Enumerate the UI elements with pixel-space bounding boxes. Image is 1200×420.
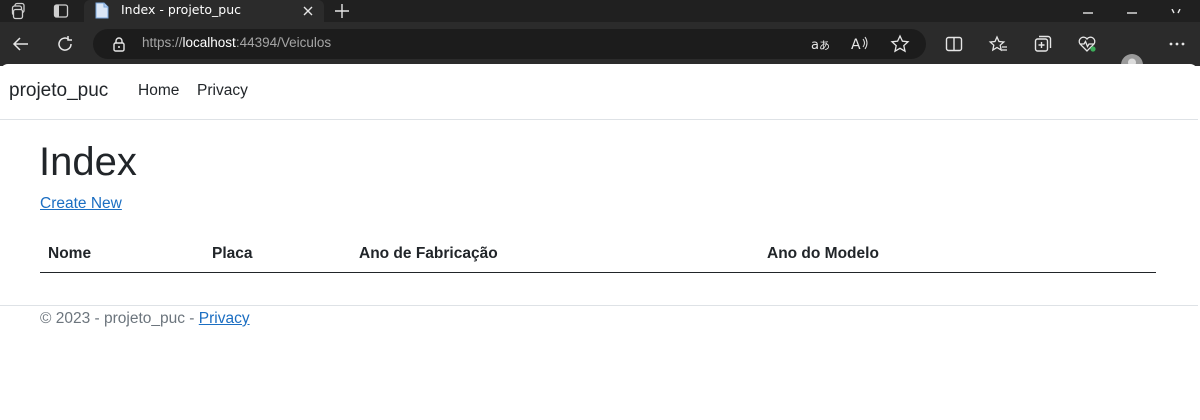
active-tab[interactable]: Index - projeto_puc <box>84 0 324 22</box>
svg-text:A: A <box>851 37 861 53</box>
browser-toolbar: https://localhost:44394/Veiculos a あ A <box>0 22 1200 76</box>
footer-text: © 2023 - projeto_puc - <box>40 310 199 327</box>
plus-icon[interactable] <box>332 1 352 21</box>
read-aloud-icon[interactable]: A <box>850 34 870 54</box>
nav-link-privacy[interactable]: Privacy <box>197 82 248 100</box>
back-icon[interactable] <box>9 32 33 56</box>
url-path: :44394/Veiculos <box>235 35 332 50</box>
minimize-icon[interactable] <box>1076 0 1100 14</box>
page-content: projeto_puc Home Privacy Index Create Ne… <box>0 64 1198 420</box>
svg-text:あ: あ <box>819 39 830 52</box>
tab-title: Index - projeto_puc <box>121 2 242 17</box>
url-text: https://localhost:44394/Veiculos <box>142 35 331 50</box>
column-header-ano-fabricacao: Ano de Fabricação <box>359 245 498 262</box>
tab-actions-icon[interactable] <box>50 1 72 21</box>
url-host: localhost <box>182 35 236 50</box>
column-header-nome: Nome <box>48 245 92 262</box>
close-window-icon[interactable] <box>1164 0 1188 14</box>
page-title: Index <box>39 140 137 184</box>
browser-essentials-icon[interactable] <box>1075 32 1099 56</box>
nav-link-home[interactable]: Home <box>138 82 179 100</box>
workspaces-icon[interactable] <box>8 1 30 21</box>
column-header-placa: Placa <box>212 245 253 262</box>
favorites-icon[interactable] <box>986 32 1010 56</box>
favorite-star-icon[interactable] <box>890 34 910 54</box>
column-header-ano-modelo: Ano do Modelo <box>767 245 879 262</box>
page-favicon-icon <box>94 2 110 19</box>
refresh-icon[interactable] <box>53 32 77 56</box>
footer: © 2023 - projeto_puc - Privacy <box>40 310 250 328</box>
footer-privacy-link[interactable]: Privacy <box>199 310 250 327</box>
maximize-icon[interactable] <box>1120 0 1144 14</box>
lock-icon[interactable] <box>111 36 127 52</box>
table-header-row: Nome Placa Ano de Fabricação Ano do Mode… <box>40 242 1156 273</box>
site-navbar: projeto_puc Home Privacy <box>0 64 1198 120</box>
navbar-brand[interactable]: projeto_puc <box>9 80 108 102</box>
svg-text:a: a <box>811 38 819 53</box>
more-menu-icon[interactable] <box>1165 32 1189 56</box>
create-new-link[interactable]: Create New <box>40 195 122 213</box>
collections-icon[interactable] <box>1031 32 1055 56</box>
footer-divider <box>0 305 1198 306</box>
url-scheme: https:// <box>142 35 183 50</box>
read-aloud-translate-icon[interactable]: a あ <box>810 34 830 54</box>
split-screen-icon[interactable] <box>942 32 966 56</box>
address-bar[interactable]: https://localhost:44394/Veiculos a あ A <box>93 29 926 59</box>
browser-tab-strip: Index - projeto_puc <box>0 0 1200 22</box>
close-icon[interactable] <box>300 3 316 19</box>
